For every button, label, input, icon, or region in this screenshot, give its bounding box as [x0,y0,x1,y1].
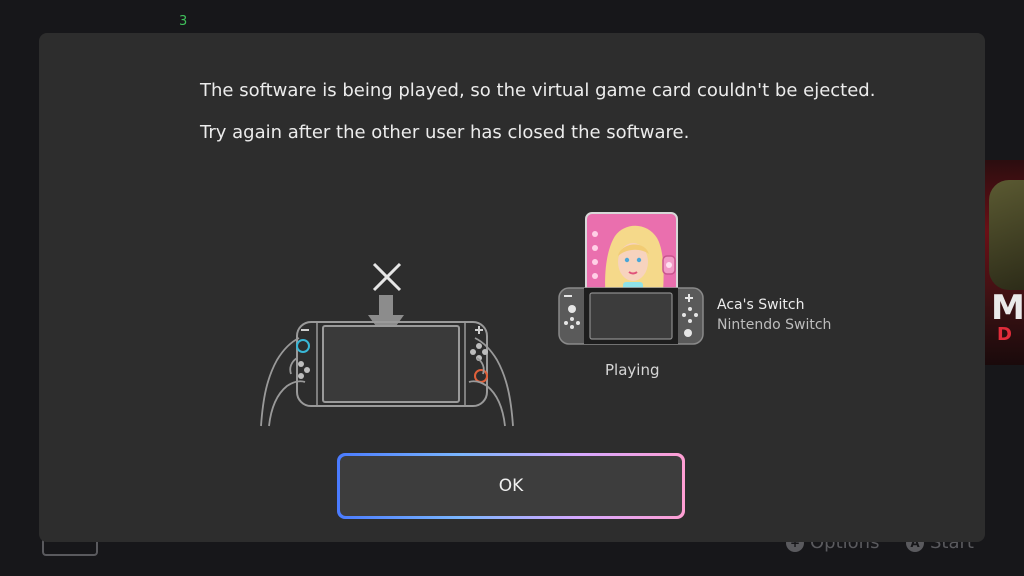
eject-error-dialog: The software is being played, so the vir… [39,33,985,542]
console-user-name: Aca's Switch [717,297,805,313]
background-game-art: ME D [985,160,1024,365]
dialog-message-line2: Try again after the other user has close… [200,122,690,143]
close-x-icon [372,262,402,292]
ok-button[interactable]: OK [337,453,685,519]
ok-button-label: OK [340,456,682,516]
background-counter: 3 [179,14,188,29]
background-art-subtext: D [997,324,1012,345]
hands-holding-switch-icon [260,321,514,427]
background-art-text: ME [991,288,1024,328]
console-device-name: Nintendo Switch [717,317,832,333]
background-art-shape [989,180,1024,290]
switch-console-icon [558,287,704,345]
dialog-message-line1: The software is being played, so the vir… [200,80,876,101]
play-status-label: Playing [605,361,660,379]
